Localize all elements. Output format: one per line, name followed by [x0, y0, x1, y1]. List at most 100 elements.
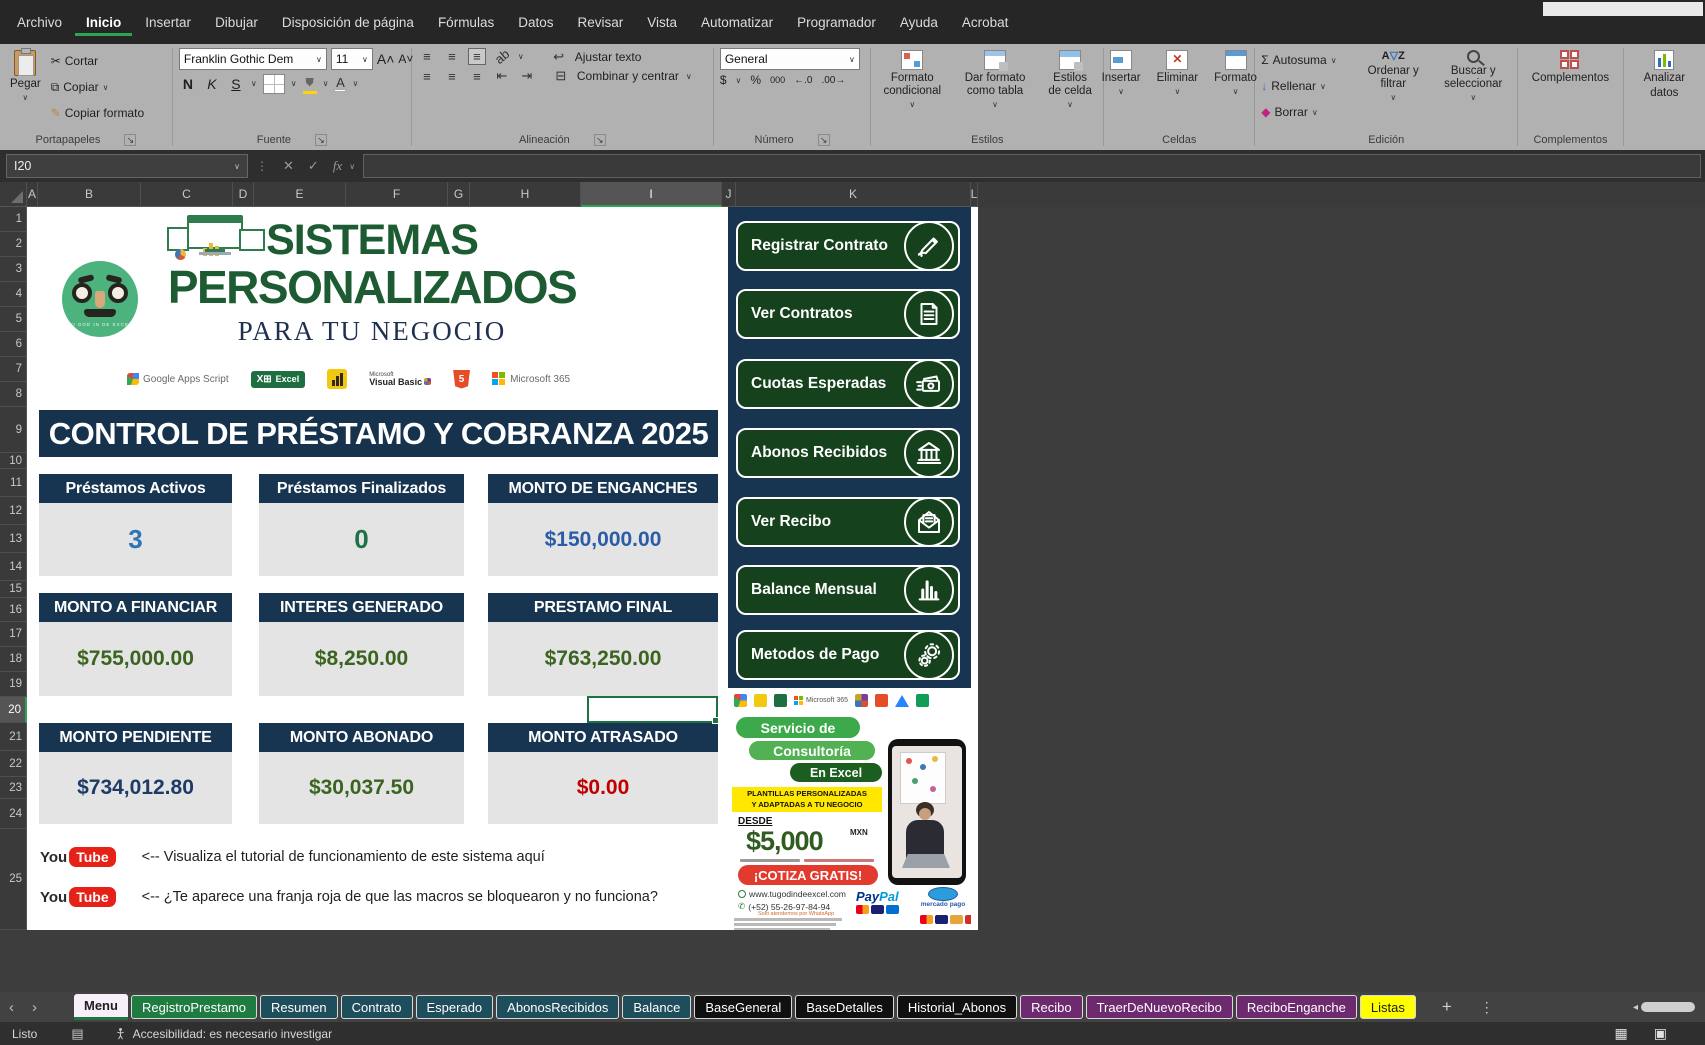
row-header-18[interactable]: 18 — [0, 647, 27, 672]
sheet-tab-traerdenuevorecibo[interactable]: TraerDeNuevoRecibo — [1086, 995, 1233, 1019]
menu-ayuda[interactable]: Ayuda — [889, 9, 949, 36]
sheet-tab-historial-abonos[interactable]: Historial_Abonos — [897, 995, 1017, 1019]
sheet-tab-basedetalles[interactable]: BaseDetalles — [795, 995, 894, 1019]
horizontal-scrollbar[interactable]: ◂ — [1633, 1000, 1705, 1014]
macro-record-icon[interactable]: ▤ — [71, 1026, 83, 1042]
cancel-entry-button[interactable]: ✕ — [276, 158, 301, 174]
column-header-K[interactable]: K — [736, 182, 971, 207]
row-header-6[interactable]: 6 — [0, 332, 27, 357]
column-header-C[interactable]: C — [141, 182, 233, 207]
row-header-22[interactable]: 22 — [0, 751, 27, 777]
font-size-select[interactable]: 11∨ — [331, 48, 373, 70]
wrap-text-button[interactable]: Ajustar texto — [575, 50, 642, 64]
sheet-tab-listas[interactable]: Listas — [1360, 995, 1416, 1019]
confirm-entry-button[interactable]: ✓ — [301, 158, 326, 174]
scrollbar-thumb[interactable] — [1641, 1002, 1695, 1012]
scroll-left-icon[interactable]: ◂ — [1633, 1002, 1638, 1013]
conditional-formatting-button[interactable]: Formato condicional∨ — [877, 48, 947, 112]
formula-input[interactable] — [363, 154, 1701, 178]
clipboard-dialog-launcher[interactable]: ↘ — [124, 134, 136, 146]
align-top-icon[interactable]: ≡ — [418, 49, 436, 64]
column-header-E[interactable]: E — [254, 182, 346, 207]
page-layout-view-button[interactable]: ▣ — [1654, 1025, 1667, 1042]
row-header-1[interactable]: 1 — [0, 207, 27, 232]
metodos-de-pago-button[interactable]: Metodos de Pago — [736, 630, 960, 680]
fill-button[interactable]: ↓Rellenar∨ — [1261, 74, 1355, 98]
column-header-I[interactable]: I — [581, 182, 722, 207]
comma-format-button[interactable]: 000 — [770, 75, 785, 85]
column-header-H[interactable]: H — [470, 182, 581, 207]
menu-inicio[interactable]: Inicio — [75, 9, 132, 36]
insert-function-button[interactable]: fx — [326, 158, 349, 174]
menu-revisar[interactable]: Revisar — [566, 9, 634, 36]
row-header-17[interactable]: 17 — [0, 622, 27, 647]
next-sheet-button[interactable]: › — [23, 999, 46, 1016]
registrar-contrato-button[interactable]: Registrar Contrato — [736, 221, 960, 271]
fill-color-button[interactable]: ⛊ — [303, 73, 317, 94]
row-header-14[interactable]: 14 — [0, 553, 27, 581]
font-dialog-launcher[interactable]: ↘ — [315, 134, 327, 146]
copy-button[interactable]: ⧉Copiar∨ — [51, 74, 144, 100]
ver-recibo-button[interactable]: Ver Recibo — [736, 497, 960, 547]
sheet-tab-recibo[interactable]: Recibo — [1020, 995, 1082, 1019]
abonos-recibidos-button[interactable]: Abonos Recibidos — [736, 428, 960, 478]
menu-disposicion[interactable]: Disposición de página — [271, 9, 425, 36]
accessibility-status[interactable]: Accesibilidad: es necesario investigar — [114, 1027, 332, 1041]
sheet-tab-basegeneral[interactable]: BaseGeneral — [694, 995, 792, 1019]
outdent-icon[interactable]: ⇤ — [493, 68, 511, 84]
new-sheet-button[interactable]: + — [1442, 997, 1452, 1017]
percent-format-button[interactable]: % — [750, 73, 761, 87]
analyze-data-button[interactable]: Analizardatos — [1640, 48, 1690, 102]
row-header-13[interactable]: 13 — [0, 525, 27, 553]
menu-programador[interactable]: Programador — [786, 9, 887, 36]
italic-button[interactable]: K — [203, 76, 221, 92]
select-all-corner[interactable] — [0, 182, 27, 207]
row-header-11[interactable]: 11 — [0, 469, 27, 497]
cell-styles-button[interactable]: Estilos de celda∨ — [1043, 48, 1097, 112]
insert-cells-button[interactable]: Insertar∨ — [1098, 48, 1145, 98]
font-name-select[interactable]: Franklin Gothic Dem∨ — [179, 48, 327, 70]
selected-cell-I20[interactable] — [587, 696, 718, 723]
clear-button[interactable]: ◆Borrar∨ — [1261, 100, 1355, 124]
row-header-23[interactable]: 23 — [0, 777, 27, 799]
decrease-decimal-button[interactable]: .00→ — [821, 75, 845, 86]
paste-button[interactable]: Pegar∨ — [6, 48, 45, 104]
prev-sheet-button[interactable]: ‹ — [0, 999, 23, 1016]
sheet-tab-menu[interactable]: Menu — [74, 994, 128, 1020]
borders-button[interactable] — [263, 74, 285, 94]
ver-contratos-button[interactable]: Ver Contratos — [736, 289, 960, 339]
find-select-button[interactable]: Buscar y seleccionar∨ — [1435, 48, 1511, 105]
autosum-button[interactable]: ΣAutosuma∨ — [1261, 48, 1355, 72]
normal-view-button[interactable]: ▦ — [1615, 1025, 1628, 1042]
underline-button[interactable]: S — [227, 76, 245, 92]
align-middle-icon[interactable]: ≡ — [443, 49, 461, 64]
sheet-tab-registroprestamo[interactable]: RegistroPrestamo — [131, 995, 257, 1019]
row-header-21[interactable]: 21 — [0, 723, 27, 751]
row-header-7[interactable]: 7 — [0, 357, 27, 382]
menu-automatizar[interactable]: Automatizar — [690, 9, 784, 36]
alignment-dialog-launcher[interactable]: ↘ — [594, 134, 606, 146]
menu-formulas[interactable]: Fórmulas — [427, 9, 505, 36]
menu-insertar[interactable]: Insertar — [134, 9, 202, 36]
merge-center-button[interactable]: Combinar y centrar — [577, 69, 679, 83]
column-header-F[interactable]: F — [346, 182, 448, 207]
format-as-table-button[interactable]: Dar formato como tabla∨ — [957, 48, 1033, 112]
column-header-L[interactable]: L — [971, 182, 978, 207]
column-header-D[interactable]: D — [233, 182, 254, 207]
row-header-4[interactable]: 4 — [0, 282, 27, 307]
delete-cells-button[interactable]: ✕ Eliminar∨ — [1153, 48, 1203, 98]
column-header-J[interactable]: J — [722, 182, 736, 207]
row-header-25[interactable]: 25 — [0, 829, 27, 930]
ad-website[interactable]: www.tugodindeexcel.com — [738, 889, 846, 899]
align-right-icon[interactable]: ≡ — [468, 69, 486, 84]
name-box[interactable]: I20∨ — [6, 154, 248, 178]
menu-vista[interactable]: Vista — [636, 9, 688, 36]
youtube-icon[interactable]: YouTube — [40, 887, 116, 907]
format-cells-button[interactable]: Formato∨ — [1210, 48, 1261, 98]
number-format-select[interactable]: General∨ — [720, 48, 860, 70]
row-header-24[interactable]: 24 — [0, 799, 27, 829]
sheet-tab-balance[interactable]: Balance — [622, 995, 691, 1019]
increase-decimal-button[interactable]: ←.0 — [794, 75, 812, 86]
sheet-tab-esperado[interactable]: Esperado — [416, 995, 494, 1019]
font-color-button[interactable]: A — [334, 76, 346, 92]
